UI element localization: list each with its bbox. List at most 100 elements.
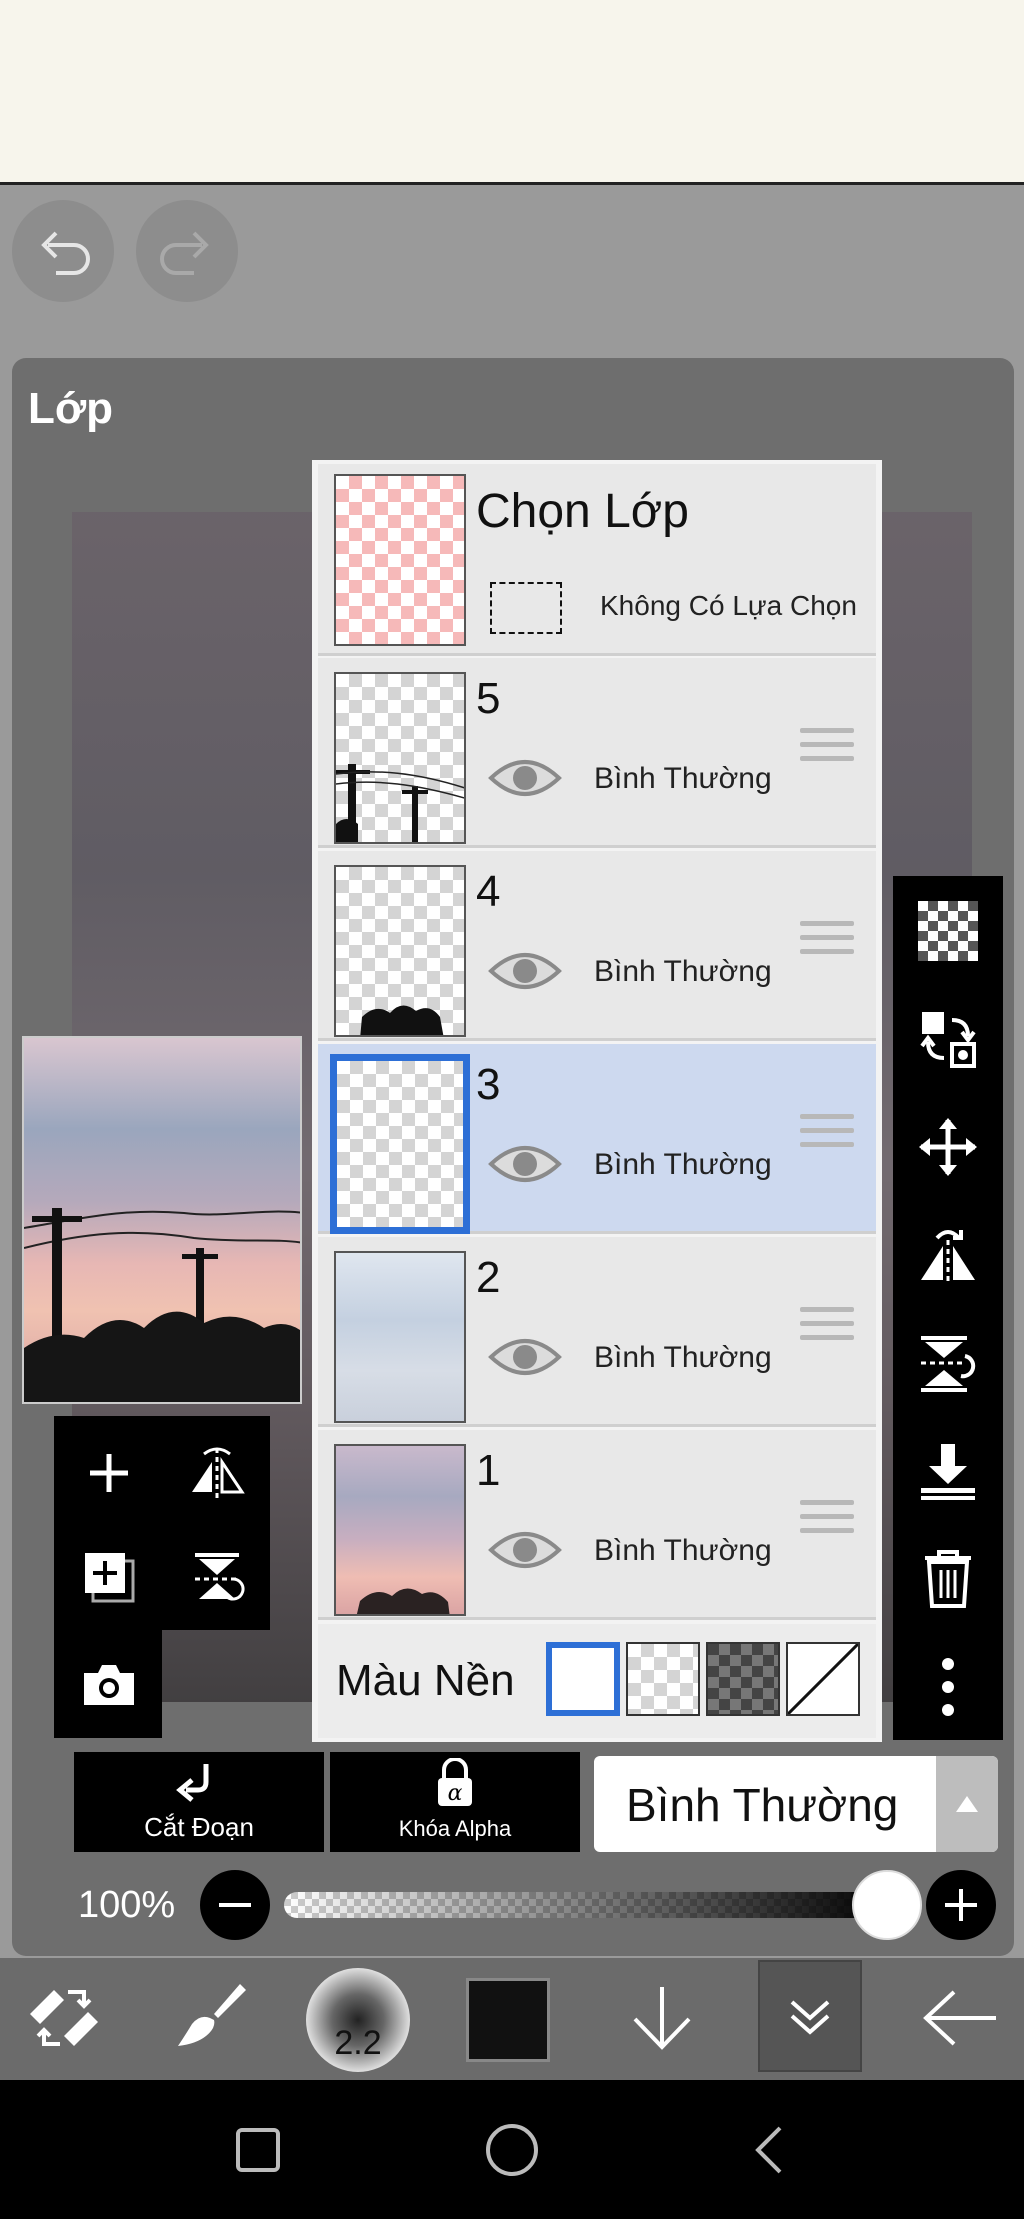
blend-mode-value: Bình Thường: [626, 1779, 899, 1831]
double-chevron-down-icon: [790, 2000, 830, 2035]
duplicate-layer-icon: [85, 1553, 135, 1603]
camera-button[interactable]: [56, 1632, 162, 1738]
visibility-toggle[interactable]: [488, 945, 562, 997]
drag-handle-icon[interactable]: [800, 1114, 854, 1158]
layer-blend-mode: Bình Thường: [594, 1341, 772, 1374]
layer-thumbnail: [334, 1251, 466, 1423]
circle-icon: [486, 2124, 538, 2176]
eye-icon: [488, 953, 562, 989]
delete-layer-button[interactable]: [893, 1524, 1003, 1634]
merge-layer-icon: [195, 1553, 245, 1601]
clipping-label: Cắt Đoạn: [144, 1812, 254, 1842]
background-none-swatch[interactable]: [786, 1642, 860, 1716]
layer-blend-mode: Bình Thường: [594, 1148, 772, 1181]
tool-switch-icon: [30, 1990, 98, 2046]
arrow-left-icon: [923, 1990, 996, 2046]
tool-switch-button[interactable]: [14, 1966, 114, 2070]
layer-row-2[interactable]: 2 Bình Thường: [318, 1237, 876, 1427]
triangle-up-icon: [956, 1796, 978, 1812]
svg-text:α: α: [448, 1781, 463, 1806]
redo-icon: [160, 231, 209, 275]
nav-recents-button[interactable]: [226, 2118, 290, 2182]
background-transparent-swatch[interactable]: [626, 1642, 700, 1716]
blend-mode-dropdown-button[interactable]: [936, 1756, 998, 1852]
alpha-lock-button[interactable]: α Khóa Alpha: [330, 1752, 580, 1852]
brush-size-button[interactable]: 2.2: [306, 1968, 410, 2072]
camera-icon: [84, 1665, 134, 1705]
flip-vertical-button[interactable]: [893, 1308, 1003, 1418]
drag-handle-icon[interactable]: [800, 1307, 854, 1351]
drag-handle-icon[interactable]: [800, 921, 854, 965]
brush-tool-button[interactable]: [160, 1966, 260, 2070]
clipping-button[interactable]: Cắt Đoạn: [74, 1752, 324, 1852]
transparent-fill-button[interactable]: [893, 876, 1003, 986]
visibility-toggle[interactable]: [488, 1331, 562, 1383]
move-icon: [919, 1118, 977, 1176]
foreground-color-button[interactable]: [466, 1978, 550, 2062]
merge-layer-button[interactable]: [164, 1524, 270, 1630]
opacity-increase-button[interactable]: [926, 1870, 996, 1940]
layer-number: 5: [476, 674, 501, 723]
drag-handle-icon[interactable]: [800, 728, 854, 772]
layer-thumbnail: [334, 672, 466, 844]
selection-layer-row[interactable]: Chọn Lớp Không Có Lựa Chọn: [318, 464, 876, 656]
brush-size-value: 2.2: [334, 2024, 382, 2062]
apply-down-button[interactable]: [612, 1966, 712, 2070]
layer-row-4[interactable]: 4 Bình Thường: [318, 851, 876, 1041]
opacity-slider-track[interactable]: [284, 1892, 890, 1918]
layer-thumbnail: [334, 1444, 466, 1616]
move-button[interactable]: [893, 1092, 1003, 1202]
nav-back-button[interactable]: [736, 2118, 800, 2182]
undo-icon: [41, 231, 90, 275]
flip-layer-icon: [192, 1447, 245, 1498]
selection-dashed-icon: [490, 582, 562, 634]
trash-icon: [925, 1550, 971, 1608]
layer-thumbnail: [330, 1054, 470, 1234]
flip-horizontal-icon: [921, 1230, 975, 1284]
layer-blend-mode: Bình Thường: [594, 762, 772, 795]
layer-number: 4: [476, 867, 501, 916]
opacity-label: 100%: [78, 1884, 176, 1926]
blend-mode-select[interactable]: Bình Thường: [594, 1756, 998, 1852]
eye-icon: [488, 1339, 562, 1375]
more-options-button[interactable]: [893, 1632, 1003, 1742]
brush-icon: [178, 1984, 246, 2046]
layer-row-5[interactable]: 5 Bình Thường: [318, 658, 876, 848]
visibility-toggle[interactable]: [488, 752, 562, 804]
back-button[interactable]: [910, 1966, 1010, 2070]
layer-panel-toggle-button[interactable]: [758, 1960, 862, 2072]
clipping-arrow-icon: [176, 1764, 209, 1802]
background-dark-checker-swatch[interactable]: [706, 1642, 780, 1716]
eye-icon: [488, 760, 562, 796]
flip-horizontal-button[interactable]: [893, 1200, 1003, 1310]
nav-home-button[interactable]: [480, 2118, 544, 2182]
layer-row-3[interactable]: 3 Bình Thường: [318, 1044, 876, 1234]
flip-layer-button[interactable]: [164, 1420, 270, 1526]
visibility-toggle[interactable]: [488, 1524, 562, 1576]
plus-icon: [945, 1889, 977, 1921]
selection-layer-thumbnail: [334, 474, 466, 646]
background-white-swatch[interactable]: [546, 1642, 620, 1716]
selection-status: Không Có Lựa Chọn: [600, 590, 857, 621]
duplicate-layer-button[interactable]: [56, 1524, 162, 1630]
canvas-top-area: [0, 0, 1024, 185]
layer-row-1[interactable]: 1 Bình Thường: [318, 1430, 876, 1620]
more-vertical-icon: [942, 1658, 954, 1716]
drag-handle-icon[interactable]: [800, 1500, 854, 1544]
layer-panel-title: Lớp: [28, 384, 114, 433]
add-layer-button[interactable]: [56, 1420, 162, 1526]
redo-button[interactable]: [136, 200, 238, 302]
layer-blend-mode: Bình Thường: [594, 1534, 772, 1567]
eye-icon: [488, 1532, 562, 1568]
layer-thumbnail: [334, 865, 466, 1037]
opacity-slider-thumb[interactable]: [852, 1870, 922, 1940]
swap-layer-button[interactable]: [893, 984, 1003, 1094]
visibility-toggle[interactable]: [488, 1138, 562, 1190]
background-color-label: Màu Nền: [336, 1656, 515, 1705]
canvas-preview[interactable]: [22, 1036, 302, 1404]
undo-button[interactable]: [12, 200, 114, 302]
alpha-lock-label: Khóa Alpha: [398, 1816, 512, 1841]
arrow-down-icon: [633, 1987, 691, 2050]
merge-down-button[interactable]: [893, 1416, 1003, 1526]
opacity-decrease-button[interactable]: [200, 1870, 270, 1940]
